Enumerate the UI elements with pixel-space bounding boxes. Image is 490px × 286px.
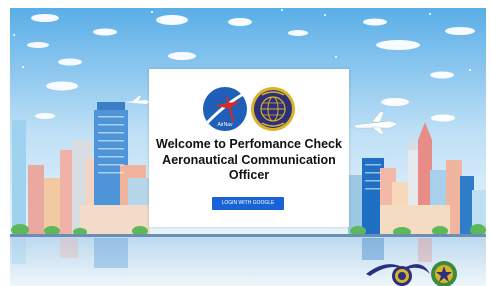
login-with-google-button[interactable]: LOGIN WITH GOOGLE — [212, 197, 284, 210]
login-screen: AirNav Welcome to Perfomance Check Aeron… — [0, 0, 490, 286]
logo-row: AirNav — [203, 87, 295, 131]
aviation-globe-emblem-icon — [251, 87, 295, 131]
star-wreath-emblem-icon — [431, 261, 457, 286]
welcome-heading: Welcome to Perfomance Check Aeronautical… — [149, 137, 349, 184]
welcome-line-1: Welcome to Perfomance Check — [156, 137, 342, 151]
winged-emblem-icon — [366, 264, 430, 286]
welcome-card: AirNav Welcome to Perfomance Check Aeron… — [149, 69, 349, 227]
airnav-logo-icon: AirNav — [203, 87, 247, 131]
welcome-line-2: Aeronautical Communication — [162, 152, 336, 167]
airnav-logo-text: AirNav — [217, 122, 233, 128]
welcome-line-3: Officer — [228, 168, 270, 182]
footer-emblems — [366, 261, 457, 286]
ground-line — [10, 234, 486, 237]
